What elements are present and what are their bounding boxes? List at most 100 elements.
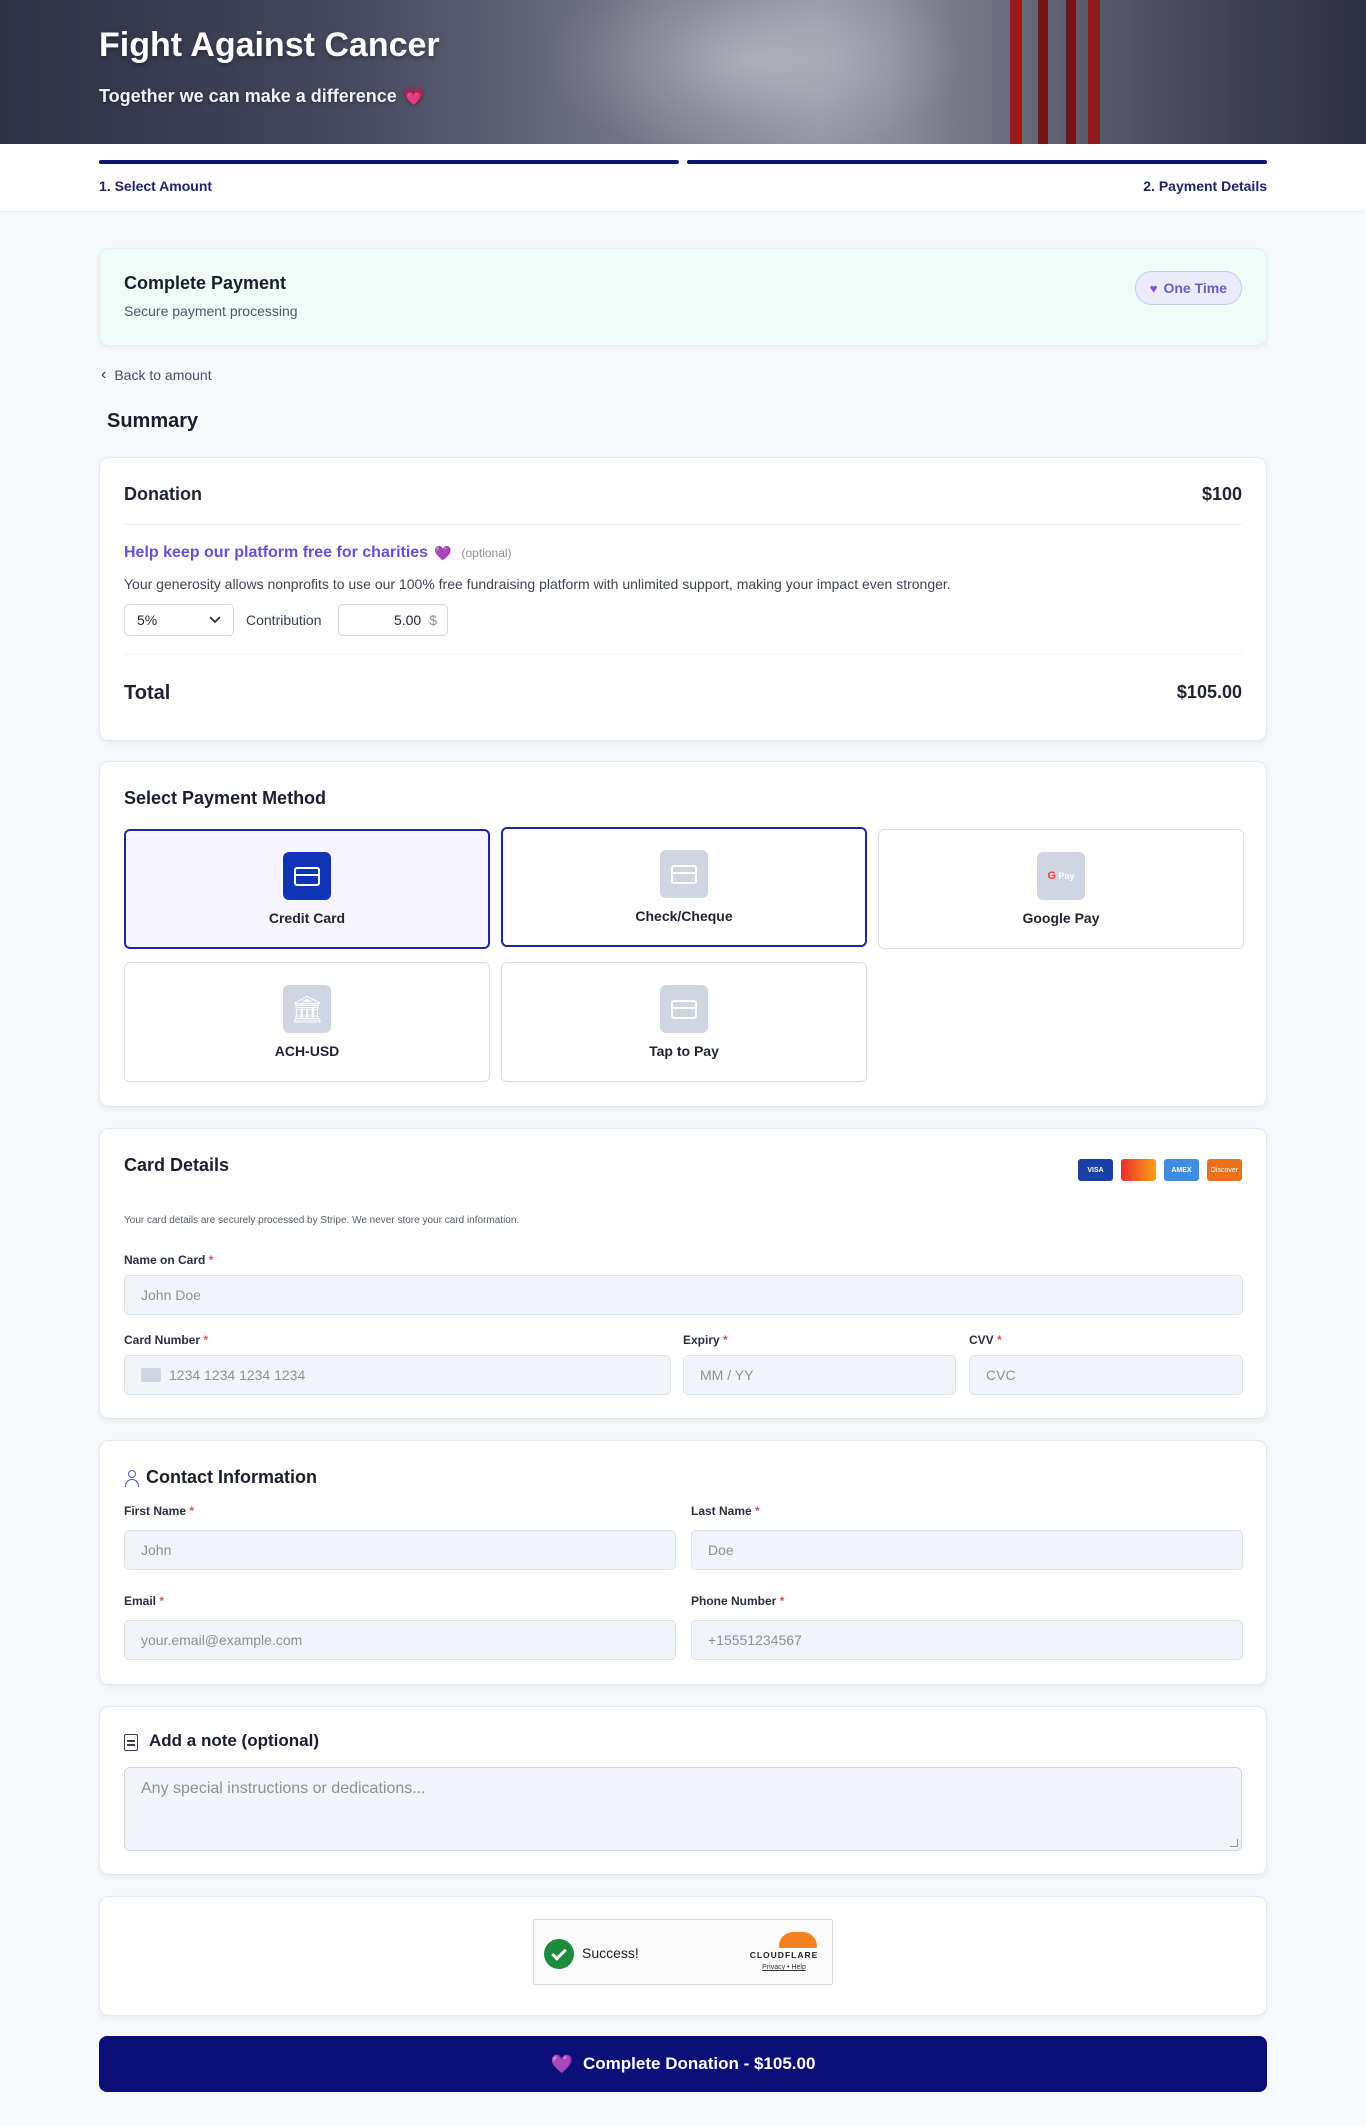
payment-option-credit-card[interactable]: Credit Card <box>124 829 490 949</box>
payment-option-label: Tap to Pay <box>649 1043 719 1059</box>
required-mark: * <box>779 1594 785 1608</box>
payment-option-label: Check/Cheque <box>635 908 733 924</box>
discover-icon: Discover <box>1207 1159 1242 1181</box>
frequency-badge: ♥ One Time <box>1134 271 1242 305</box>
total-amount: $105.00 <box>1176 682 1242 702</box>
heart-icon: 💜 <box>434 544 452 561</box>
cloudflare-logo: CLOUDFLARE Privacy • Help <box>744 1932 824 1971</box>
summary-card: Donation $100 Help keep our platform fre… <box>99 457 1267 741</box>
phone-label: Phone Number * <box>691 1594 784 1608</box>
payment-option-google-pay[interactable]: G Pay Google Pay <box>878 829 1244 949</box>
divider <box>124 654 1242 655</box>
required-mark: * <box>208 1253 214 1267</box>
donation-row: Donation $100 <box>124 484 1242 505</box>
tip-percent-select[interactable]: 5% <box>124 604 234 636</box>
tip-percent-value: 5% <box>137 612 158 628</box>
first-name-field[interactable]: John <box>124 1530 676 1570</box>
last-name-label-text: Last Name <box>691 1504 752 1518</box>
first-name-label-text: First Name <box>124 1504 187 1518</box>
complete-donation-button[interactable]: 💜 Complete Donation - $105.00 <box>99 2036 1267 2092</box>
step-1-label: 1. Select Amount <box>99 178 213 194</box>
divider <box>124 524 1242 525</box>
payment-option-tap-to-pay[interactable]: Tap to Pay <box>501 962 867 1082</box>
payment-option-ach[interactable]: 🏛 ACH-USD <box>124 962 490 1082</box>
success-check-icon <box>544 1939 574 1969</box>
heart-icon: 💜 <box>550 2053 574 2074</box>
cloudflare-wordmark: CLOUDFLARE <box>749 1950 819 1960</box>
required-mark: * <box>159 1594 165 1608</box>
cvv-label-text: CVV <box>969 1333 994 1347</box>
expiry-label: Expiry * <box>683 1333 728 1347</box>
note-heading: Add a note (optional) <box>149 1731 319 1750</box>
privacy-help-links[interactable]: Privacy • Help <box>744 1964 824 1971</box>
back-link-label: Back to amount <box>114 367 212 383</box>
card-number-label-text: Card Number <box>124 1333 201 1347</box>
last-name-placeholder: Doe <box>708 1542 734 1558</box>
email-field[interactable]: your.email@example.com <box>124 1620 676 1660</box>
card-number-field[interactable]: 1234 1234 1234 1234 <box>124 1355 671 1395</box>
platform-tip-title: Help keep our platform free for charitie… <box>124 544 512 562</box>
email-label-text: Email <box>124 1594 157 1608</box>
payment-method-card: Select Payment Method Credit Card Check/… <box>99 761 1267 1107</box>
required-mark: * <box>723 1333 728 1347</box>
optional-tag: (optional) <box>461 546 512 560</box>
chevron-left-icon: ‹ <box>101 366 107 383</box>
resize-handle-icon[interactable] <box>1230 1839 1238 1847</box>
name-on-card-field[interactable]: John Doe <box>124 1275 1243 1315</box>
platform-tip-heading: Help keep our platform free for charitie… <box>124 544 429 561</box>
cvv-label: CVV * <box>969 1333 1002 1347</box>
payment-option-label: ACH-USD <box>274 1043 340 1059</box>
contact-card: Contact Information First Name * John La… <box>99 1440 1267 1685</box>
first-name-placeholder: John <box>141 1542 172 1558</box>
phone-field[interactable]: +15551234567 <box>691 1620 1243 1660</box>
platform-tip-description: Your generosity allows nonprofits to use… <box>124 576 951 592</box>
payment-method-heading: Select Payment Method <box>124 788 327 808</box>
phone-label-text: Phone Number <box>691 1594 777 1608</box>
contribution-label: Contribution <box>246 612 322 628</box>
card-icon <box>141 1368 161 1382</box>
stripe-security-note: Your card details are securely processed… <box>124 1215 520 1226</box>
complete-donation-label: Complete Donation - $105.00 <box>583 2054 816 2073</box>
back-to-amount-link[interactable]: ‹ Back to amount <box>101 366 212 384</box>
campaign-title: Fight Against Cancer <box>99 26 440 64</box>
step-1-bar <box>99 160 679 164</box>
card-details-card: Card Details VISA AMEX Discover Your car… <box>99 1128 1267 1419</box>
campaign-subtitle-text: Together we can make a difference <box>99 86 397 106</box>
mastercard-icon <box>1121 1159 1156 1181</box>
payment-option-label: Credit Card <box>268 910 346 926</box>
name-on-card-placeholder: John Doe <box>141 1287 201 1303</box>
campaign-subtitle: Together we can make a difference 💗 <box>99 86 425 107</box>
contribution-value: 5.00 <box>393 612 422 628</box>
payment-header-card: Complete Payment Secure payment processi… <box>99 248 1267 346</box>
required-mark: * <box>997 1333 1002 1347</box>
document-icon <box>124 1734 138 1751</box>
cvv-field[interactable]: CVC <box>969 1355 1243 1395</box>
cloudflare-turnstile[interactable]: Success! CLOUDFLARE Privacy • Help <box>533 1919 833 1985</box>
visa-icon: VISA <box>1078 1159 1113 1181</box>
captcha-card: Success! CLOUDFLARE Privacy • Help <box>99 1896 1267 2016</box>
name-on-card-label-text: Name on Card <box>124 1253 206 1267</box>
phone-placeholder: +15551234567 <box>708 1632 802 1648</box>
captcha-status: Success! <box>582 1945 639 1961</box>
hero-overlay <box>0 0 1366 144</box>
total-row: Total $105.00 <box>124 682 1242 705</box>
step-progress: 1. Select Amount 2. Payment Details <box>0 144 1366 212</box>
currency-symbol: $ <box>429 612 437 628</box>
payment-option-check[interactable]: Check/Cheque <box>501 827 867 947</box>
note-textarea[interactable]: Any special instructions or dedications.… <box>124 1767 1242 1851</box>
cloud-icon <box>779 1932 817 1948</box>
total-label: Total <box>124 682 171 704</box>
tap-card-icon <box>660 985 708 1033</box>
cvv-placeholder: CVC <box>986 1367 1016 1383</box>
name-on-card-label: Name on Card * <box>124 1253 213 1267</box>
bank-icon: 🏛 <box>283 985 331 1033</box>
contribution-input[interactable]: 5.00 $ <box>338 604 448 636</box>
amex-icon: AMEX <box>1164 1159 1199 1181</box>
expiry-field[interactable]: MM / YY <box>683 1355 956 1395</box>
last-name-field[interactable]: Doe <box>691 1530 1243 1570</box>
card-brands: VISA AMEX Discover <box>1078 1159 1242 1181</box>
hero-banner: Fight Against Cancer Together we can mak… <box>0 0 1366 144</box>
note-placeholder: Any special instructions or dedications.… <box>141 1780 426 1797</box>
card-number-label: Card Number * <box>124 1333 208 1347</box>
card-details-heading: Card Details <box>124 1155 230 1175</box>
